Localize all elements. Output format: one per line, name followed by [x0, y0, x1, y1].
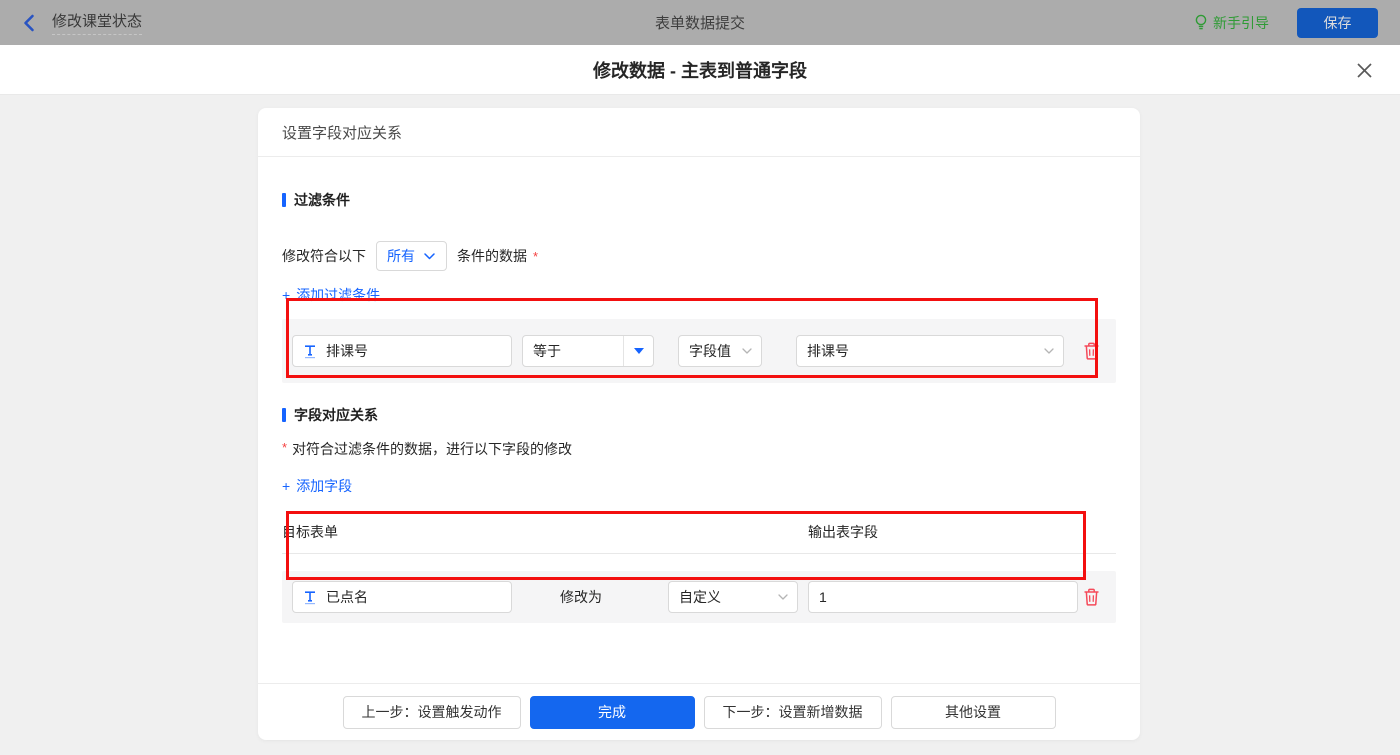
filter-value-type-select[interactable]: 字段值: [678, 335, 762, 367]
column-target-form: 目标表单: [282, 524, 338, 540]
card-footer: 上一步：设置触发动作 完成 下一步：设置新增数据 其他设置: [258, 683, 1140, 740]
mapping-value-type-select[interactable]: 自定义: [668, 581, 798, 613]
required-mark: *: [533, 248, 539, 264]
mapping-columns-header: 目标表单 输出表字段: [282, 522, 1116, 554]
lightbulb-icon: [1195, 14, 1207, 30]
chevron-down-icon: [1044, 348, 1054, 354]
mapping-value-input[interactable]: 1: [808, 581, 1078, 613]
filter-condition-row: 排课号 等于 字段值 排课号: [282, 319, 1116, 383]
next-step-button[interactable]: 下一步：设置新增数据: [703, 695, 882, 729]
top-bar: 修改课堂状态 表单数据提交 新手引导 保存: [0, 0, 1400, 45]
mapping-row: 已点名 修改为 自定义 1: [282, 571, 1116, 623]
required-mark: *: [282, 440, 288, 455]
add-filter-condition-link[interactable]: + 添加过滤条件: [282, 285, 380, 305]
plus-icon: +: [282, 478, 291, 494]
guide-label: 新手引导: [1213, 14, 1269, 31]
flow-title[interactable]: 修改课堂状态: [52, 10, 143, 35]
card-header: 设置字段对应关系: [258, 108, 1140, 157]
other-settings-button[interactable]: 其他设置: [890, 695, 1056, 729]
modify-to-label: 修改为: [560, 589, 602, 605]
section-accent-bar: [282, 193, 286, 207]
chevron-down-icon: [424, 252, 435, 259]
settings-card: 设置字段对应关系 过滤条件 修改符合以下 所有 条件的数据 * + 添加过滤条件: [258, 108, 1140, 740]
back-icon[interactable]: [22, 14, 36, 32]
plus-icon: +: [282, 287, 291, 303]
chevron-down-icon: [778, 594, 788, 600]
dialog-title: 修改数据 - 主表到普通字段: [593, 60, 807, 81]
column-output-field: 输出表字段: [808, 524, 878, 540]
mapping-description: 对符合过滤条件的数据，进行以下字段的修改: [292, 441, 573, 457]
mapping-section-title: 字段对应关系: [282, 405, 1116, 425]
filter-field-input[interactable]: 排课号: [292, 335, 512, 367]
page-title: 表单数据提交: [654, 15, 745, 32]
save-button[interactable]: 保存: [1297, 7, 1378, 38]
text-field-icon: [305, 344, 315, 358]
chevron-down-icon: [742, 348, 752, 354]
filter-section-title: 过滤条件: [282, 190, 1116, 210]
newbie-guide-link[interactable]: 新手引导: [1194, 13, 1269, 33]
prev-step-button[interactable]: 上一步：设置触发动作: [342, 695, 521, 729]
condition-prefix: 修改符合以下: [282, 248, 366, 264]
delete-mapping-row-icon[interactable]: [1083, 588, 1100, 606]
delete-filter-row-icon[interactable]: [1083, 342, 1100, 360]
close-icon[interactable]: [1352, 58, 1376, 82]
condition-suffix: 条件的数据: [457, 248, 527, 264]
add-field-link[interactable]: + 添加字段: [282, 476, 352, 496]
filter-operator-select[interactable]: 等于: [522, 335, 654, 367]
section-accent-bar: [282, 408, 286, 422]
condition-scope-select[interactable]: 所有: [376, 241, 447, 271]
dialog-header: 修改数据 - 主表到普通字段: [0, 45, 1400, 95]
text-field-icon: [305, 590, 315, 604]
mapping-field-input[interactable]: 已点名: [292, 581, 512, 613]
caret-down-icon: [633, 348, 644, 354]
filter-value-field-select[interactable]: 排课号: [796, 335, 1064, 367]
done-button[interactable]: 完成: [529, 695, 695, 729]
